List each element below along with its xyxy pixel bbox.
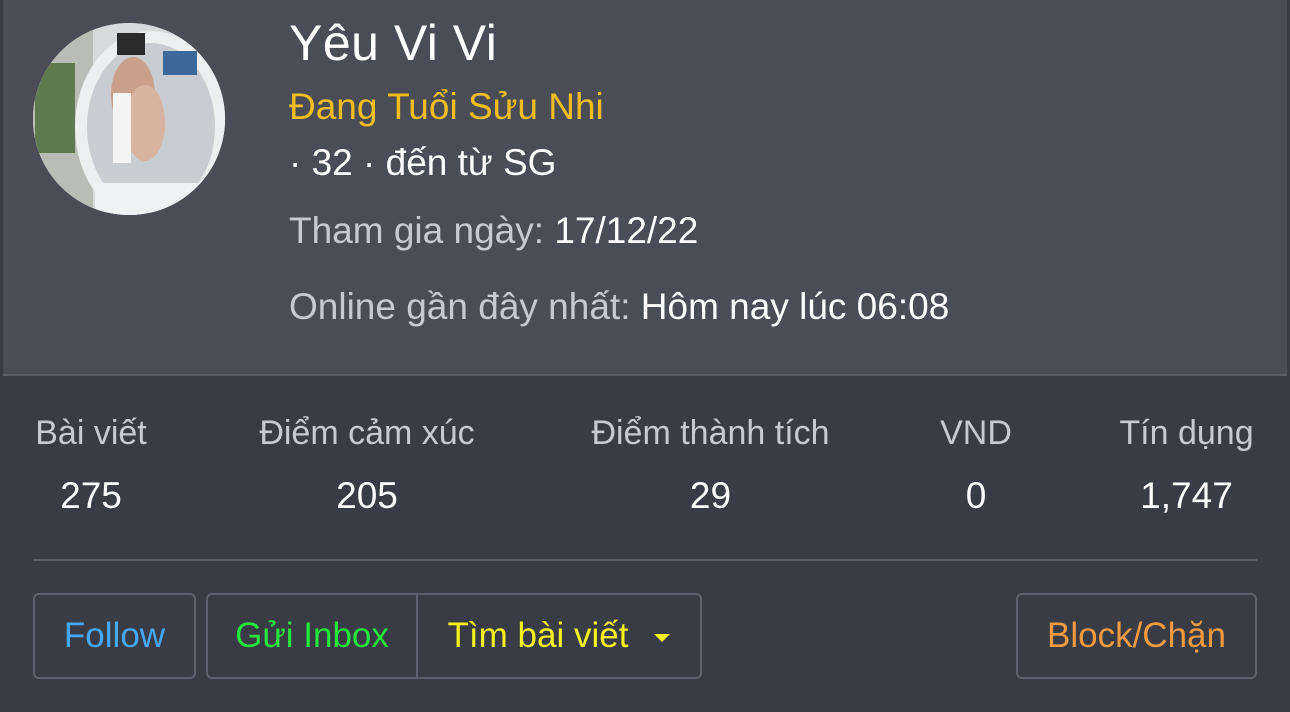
username: Yêu Vi Vi bbox=[289, 15, 498, 71]
stat-credit: Tín dụng 1,747 bbox=[1116, 414, 1257, 517]
stat-label: Bài viết bbox=[35, 414, 147, 452]
stat-value: 205 bbox=[336, 475, 398, 516]
caret-down-icon bbox=[654, 634, 671, 642]
stat-label: Điểm cảm xúc bbox=[259, 414, 475, 452]
find-posts-label: Tìm bài viết bbox=[447, 616, 629, 655]
block-button[interactable]: Block/Chặn bbox=[1016, 593, 1257, 679]
last-online-label: Online gần đây nhất: bbox=[289, 286, 631, 327]
member-profile-card: Yêu Vi Vi Đang Tuổi Sửu Nhi · 32 · đến t… bbox=[0, 0, 1290, 712]
follow-button[interactable]: Follow bbox=[33, 593, 196, 679]
stat-trophy-points[interactable]: Điểm thành tích 29 bbox=[585, 414, 836, 517]
stat-label: Điểm thành tích bbox=[591, 414, 830, 452]
user-title: Đang Tuổi Sửu Nhi bbox=[289, 86, 604, 127]
joined-label: Tham gia ngày: bbox=[289, 210, 545, 251]
find-posts-button[interactable]: Tìm bài viết bbox=[418, 595, 700, 677]
stat-value: 29 bbox=[689, 475, 732, 516]
joined-date-row: Tham gia ngày: 17/12/22 bbox=[289, 210, 698, 252]
stat-value: 1,747 bbox=[1140, 475, 1233, 516]
stat-label: Tín dụng bbox=[1119, 414, 1254, 452]
stat-vnd: VND 0 bbox=[940, 414, 1012, 517]
last-online-row: Online gần đây nhất: Hôm nay lúc 06:08 bbox=[289, 286, 949, 328]
message-search-button-group: Gửi Inbox Tìm bài viết bbox=[206, 593, 702, 679]
stat-posts[interactable]: Bài viết 275 bbox=[33, 414, 149, 517]
stat-value: 275 bbox=[60, 475, 122, 516]
stat-label: VND bbox=[940, 414, 1012, 452]
profile-header: Yêu Vi Vi Đang Tuổi Sửu Nhi · 32 · đến t… bbox=[3, 0, 1287, 376]
member-stats: Bài viết 275 Điểm cảm xúc 205 Điểm thành… bbox=[0, 414, 1290, 524]
stat-reaction-score[interactable]: Điểm cảm xúc 205 bbox=[254, 414, 480, 517]
send-inbox-button[interactable]: Gửi Inbox bbox=[208, 595, 418, 677]
divider bbox=[33, 559, 1257, 561]
joined-value: 17/12/22 bbox=[554, 210, 699, 251]
stat-value: 0 bbox=[965, 475, 987, 516]
avatar[interactable] bbox=[33, 23, 225, 215]
user-meta: · 32 · đến từ SG bbox=[289, 142, 557, 183]
last-online-value: Hôm nay lúc 06:08 bbox=[640, 286, 950, 327]
